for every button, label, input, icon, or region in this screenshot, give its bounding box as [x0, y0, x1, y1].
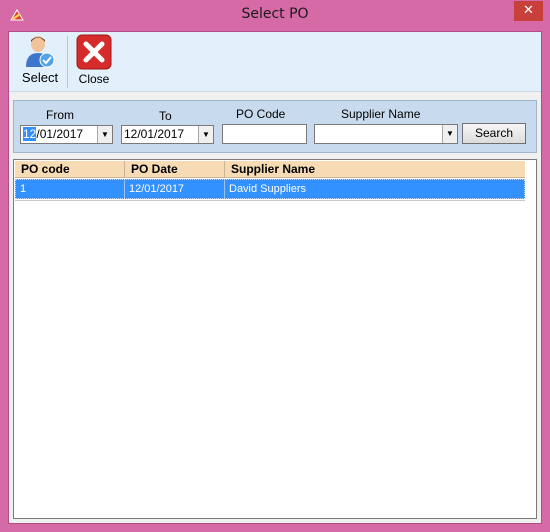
toolbar-separator [67, 36, 68, 88]
toolbar: Select Close [9, 32, 541, 92]
column-header-po-code[interactable]: PO code [15, 161, 125, 178]
user-check-icon [26, 36, 55, 68]
supplier-dropdown-icon[interactable]: ▼ [442, 125, 457, 143]
from-date-rest: /01/2017 [36, 127, 84, 141]
supplier-name-label: Supplier Name [341, 107, 421, 121]
from-date-day: 12 [23, 127, 37, 141]
po-code-label: PO Code [236, 107, 286, 121]
title-bar[interactable]: Select PO ✕ [0, 0, 550, 30]
select-label: Select [21, 70, 59, 85]
supplier-name-combo[interactable]: ▼ [314, 124, 458, 144]
column-header-po-date[interactable]: PO Date [125, 161, 225, 178]
po-grid[interactable]: PO code PO Date Supplier Name 1 12/01/20… [13, 159, 537, 519]
grid-divider [15, 200, 525, 201]
po-code-input[interactable] [222, 124, 307, 144]
select-po-window: Select PO ✕ Select Close From To PO Code… [0, 0, 550, 532]
from-date-picker[interactable]: 12/01/2017 ▼ [20, 125, 113, 144]
to-date-dropdown-icon[interactable]: ▼ [198, 126, 213, 143]
window-title: Select PO [241, 6, 309, 22]
close-label: Close [78, 72, 110, 86]
close-button[interactable]: Close [73, 34, 115, 90]
to-label: To [159, 109, 172, 123]
close-icon [76, 34, 112, 70]
to-date-picker[interactable]: 12/01/2017 ▼ [121, 125, 214, 144]
cell-po-date: 12/01/2017 [125, 180, 225, 198]
cell-po-code: 1 [16, 180, 125, 198]
grid-header: PO code PO Date Supplier Name [15, 161, 525, 178]
search-button[interactable]: Search [462, 123, 526, 144]
column-header-supplier-name[interactable]: Supplier Name [225, 161, 525, 178]
cell-supplier-name: David Suppliers [229, 183, 307, 195]
window-close-button[interactable]: ✕ [514, 1, 543, 21]
from-label: From [46, 108, 74, 122]
table-row[interactable]: 1 12/01/2017 David Suppliers [15, 179, 525, 199]
filter-panel: From To PO Code Supplier Name 12/01/2017… [13, 100, 537, 153]
to-date-value: 12/01/2017 [124, 127, 185, 141]
client-area: Select Close From To PO Code Supplier Na… [8, 31, 542, 524]
select-button[interactable]: Select [17, 34, 63, 90]
from-date-dropdown-icon[interactable]: ▼ [97, 126, 112, 143]
